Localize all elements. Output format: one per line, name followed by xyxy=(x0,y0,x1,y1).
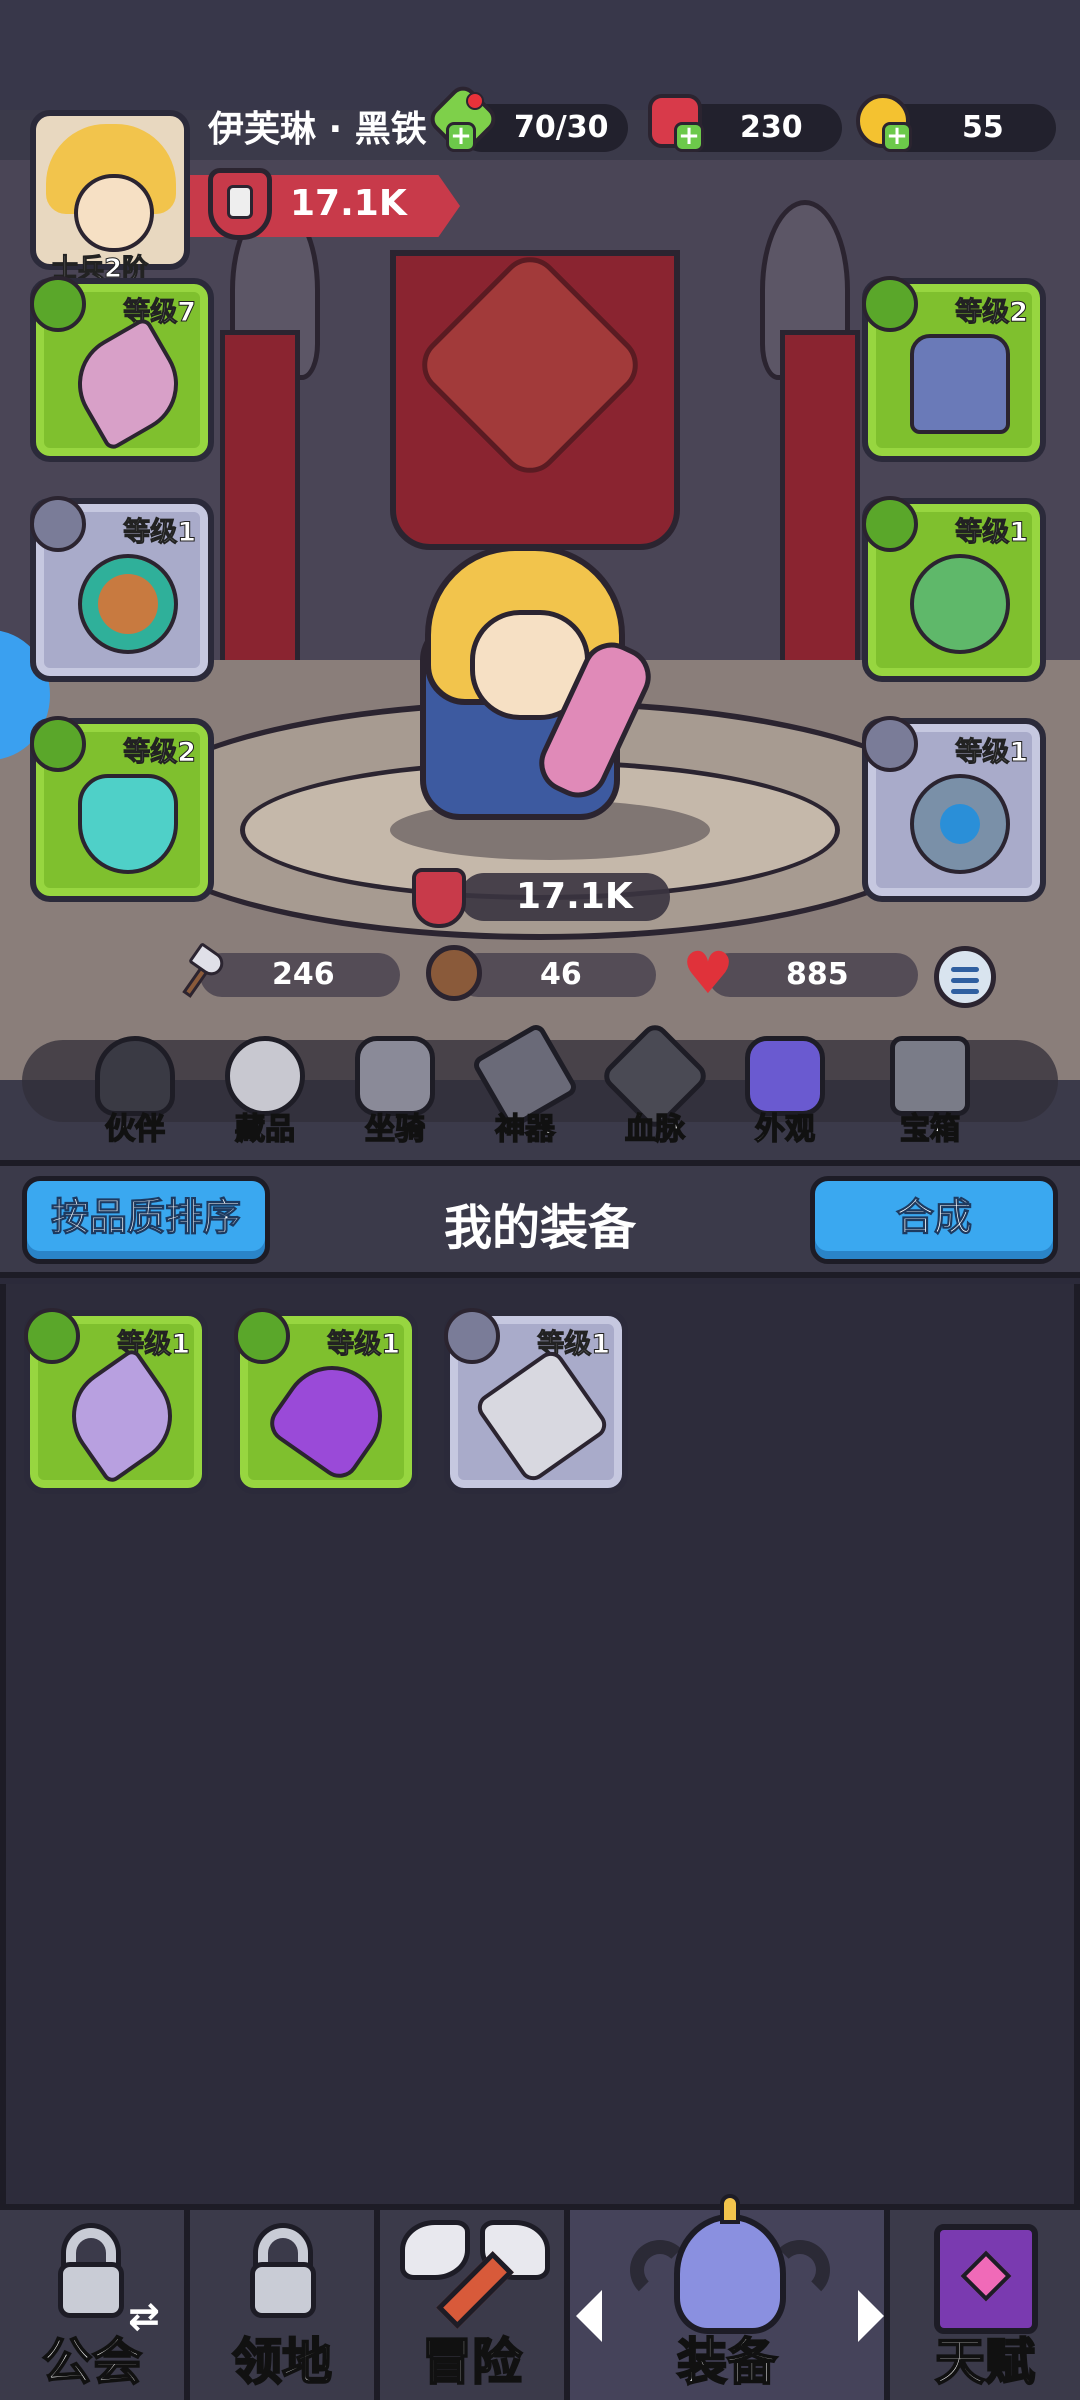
weapon-type-icon xyxy=(30,276,86,332)
heart-icon: ♥ xyxy=(682,939,734,1007)
player-name: 伊芙琳 · 黑铁 xyxy=(208,109,427,150)
notification-dot xyxy=(466,92,484,110)
category-chest[interactable]: 宝箱 xyxy=(875,1030,985,1148)
avatar-face xyxy=(74,174,154,252)
category-label: 坐骑 xyxy=(364,1111,426,1148)
decor-curtain-left xyxy=(220,330,300,690)
slot-level: 等级1 xyxy=(123,517,197,549)
inventory-item[interactable]: 等级1 xyxy=(234,1308,418,1494)
lock-icon xyxy=(58,2262,124,2318)
chestplate-icon xyxy=(910,334,1010,434)
player-avatar[interactable] xyxy=(30,110,190,270)
category-mount[interactable]: 坐骑 xyxy=(340,1030,450,1148)
weapon-type-icon xyxy=(444,1308,500,1364)
axe-icon xyxy=(172,941,228,1001)
equip-slot-necklace-right[interactable]: 等级1 xyxy=(862,716,1046,902)
talent-book-icon xyxy=(934,2224,1038,2334)
inventory-item[interactable]: 等级1 xyxy=(444,1308,628,1494)
inventory-item[interactable]: 等级1 xyxy=(24,1308,208,1494)
defense-value: 46 xyxy=(540,957,582,992)
decor-curtain-right xyxy=(780,330,860,690)
power-shield-icon xyxy=(208,168,272,240)
status-strip xyxy=(0,0,1080,110)
slot-level: 等级2 xyxy=(955,297,1029,329)
weapon-type-icon xyxy=(234,1308,290,1364)
gold-value: 55 xyxy=(962,110,1004,145)
nav-equipment[interactable]: 装备 xyxy=(570,2194,890,2400)
category-label: 血脉 xyxy=(624,1111,686,1148)
slot-level: 等级1 xyxy=(955,517,1029,549)
nav-label: 天赋 xyxy=(934,2332,1036,2392)
category-appearance[interactable]: 外观 xyxy=(730,1030,840,1148)
wand-icon xyxy=(262,1346,402,1486)
amulet-icon xyxy=(910,774,1010,874)
ring-type-icon xyxy=(862,496,918,552)
sort-by-quality-button[interactable]: 按品质排序 xyxy=(22,1176,270,1264)
wooden-shield-icon xyxy=(426,945,482,1001)
stamina-add-button[interactable]: + xyxy=(446,122,476,152)
category-collection[interactable]: 藏品 xyxy=(210,1030,320,1148)
category-label: 伙伴 xyxy=(104,1111,166,1148)
orb-ring-icon xyxy=(910,554,1010,654)
axe-head-left xyxy=(400,2220,470,2280)
gold-add-button[interactable]: + xyxy=(882,122,912,152)
stamina-value: 70/30 xyxy=(514,110,609,145)
necklace-type-icon xyxy=(862,716,918,772)
nav-guild[interactable]: ⇄ 公会 xyxy=(0,2210,190,2400)
bow-icon xyxy=(59,315,197,453)
equip-slot-ring-right[interactable]: 等级1 xyxy=(862,496,1046,682)
helmet-spike xyxy=(720,2194,740,2224)
ring-type-icon xyxy=(30,496,86,552)
staff-icon xyxy=(52,1346,192,1486)
equip-slot-armor[interactable]: 等级2 xyxy=(862,276,1046,462)
slot-level: 等级2 xyxy=(123,737,197,769)
necklace-type-icon xyxy=(30,716,86,772)
category-label: 外观 xyxy=(754,1111,816,1148)
category-label: 神器 xyxy=(494,1111,556,1148)
category-partner[interactable]: 伙伴 xyxy=(80,1030,190,1148)
category-bloodline[interactable]: 血脉 xyxy=(598,1019,712,1148)
helmet-icon xyxy=(674,2214,786,2334)
section-title: 我的装备 xyxy=(443,1200,636,1256)
hammer-icon xyxy=(472,1346,612,1486)
nav-territory[interactable]: 领地 xyxy=(190,2210,380,2400)
stats-list-button[interactable] xyxy=(934,946,996,1008)
hero-power: 17.1K xyxy=(516,876,633,917)
category-label: 藏品 xyxy=(234,1111,296,1148)
armor-type-icon xyxy=(862,276,918,332)
gems-add-button[interactable]: + xyxy=(674,122,704,152)
item-level: 等级1 xyxy=(327,1329,401,1361)
lock-icon xyxy=(250,2262,316,2318)
weapon-type-icon xyxy=(24,1308,80,1364)
craft-button[interactable]: 合成 xyxy=(810,1176,1058,1264)
nav-label: 冒险 xyxy=(421,2332,523,2392)
player-power: 17.1K xyxy=(290,183,407,224)
equip-slot-ring-left[interactable]: 等级1 xyxy=(30,496,214,682)
hp-value: 885 xyxy=(786,957,849,992)
nav-adventure[interactable]: 冒险 xyxy=(380,2210,570,2400)
power-shield-icon xyxy=(412,868,466,928)
equip-slot-necklace-left[interactable]: 等级2 xyxy=(30,716,214,902)
ring-icon xyxy=(78,554,178,654)
nav-label: 公会 xyxy=(41,2332,143,2392)
slot-level: 等级1 xyxy=(955,737,1029,769)
category-artifact[interactable]: 神器 xyxy=(470,1021,580,1148)
gems-value: 230 xyxy=(740,110,803,145)
nav-talent[interactable]: 天赋 xyxy=(890,2210,1080,2400)
equip-slot-weapon[interactable]: 等级7 xyxy=(30,276,214,462)
mask-icon xyxy=(78,774,178,874)
nav-label: 领地 xyxy=(231,2332,333,2392)
nav-label: 装备 xyxy=(676,2332,778,2392)
attack-value: 246 xyxy=(272,957,335,992)
category-label: 宝箱 xyxy=(899,1111,961,1148)
